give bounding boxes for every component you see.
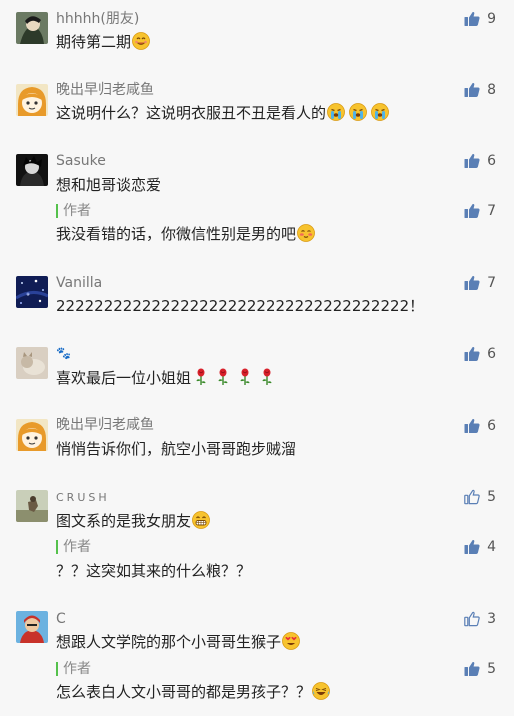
grin-emoji-icon: [192, 511, 210, 529]
nickname: C: [56, 611, 66, 627]
heart-eyes-emoji-icon: [282, 632, 300, 650]
nickname: Sasuke: [56, 153, 106, 169]
crying-emoji-icon: [349, 103, 367, 121]
thumbs-up-icon: [464, 661, 480, 677]
thumbs-up-icon: [464, 153, 480, 169]
nickname: 晚出早归老咸鱼: [56, 417, 154, 433]
avatar[interactable]: [16, 611, 48, 643]
author-reply-label: 作者: [56, 661, 91, 677]
nickname: Vanilla: [56, 275, 103, 291]
avatar[interactable]: [16, 276, 48, 308]
blush-emoji-icon: [297, 224, 315, 242]
avatar[interactable]: [16, 419, 48, 451]
thumbs-up-icon: [464, 11, 480, 27]
like-button[interactable]: 3: [464, 611, 496, 627]
rose-emoji-icon: [238, 368, 252, 386]
thumbs-up-icon: [464, 82, 480, 98]
thumbs-up-icon: [464, 203, 480, 219]
crying-emoji-icon: [371, 103, 389, 121]
comment-text: 期待第二期: [56, 32, 150, 52]
rose-emoji-icon: [216, 368, 230, 386]
like-button[interactable]: 9: [464, 11, 496, 27]
like-count: 6: [487, 418, 496, 434]
avatar[interactable]: [16, 347, 48, 379]
like-count: 7: [487, 275, 496, 291]
like-count: 4: [487, 539, 496, 555]
like-button[interactable]: 7: [464, 275, 496, 291]
author-label: 作者: [63, 203, 91, 219]
like-count: 8: [487, 82, 496, 98]
crying-emoji-icon: [327, 103, 345, 121]
comment-text: 图文系的是我女朋友: [56, 511, 210, 531]
author-reply-label: 作者: [56, 203, 91, 219]
author-reply-text: 我没看错的话，你微信性别是男的吧: [56, 224, 315, 244]
like-count: 9: [487, 11, 496, 27]
like-count: 5: [487, 489, 496, 505]
reply-like-button[interactable]: 5: [464, 661, 496, 677]
nickname: 晚出早归老咸鱼: [56, 82, 154, 98]
like-button[interactable]: 6: [464, 346, 496, 362]
avatar[interactable]: [16, 12, 48, 44]
like-count: 6: [487, 346, 496, 362]
thumbs-up-icon: [464, 489, 480, 505]
author-label: 作者: [63, 539, 91, 555]
author-reply-text: ？？这突如其来的什么粮？？: [56, 562, 252, 580]
like-count: 3: [487, 611, 496, 627]
thumbs-up-icon: [464, 539, 480, 555]
thumbs-up-icon: [464, 611, 480, 627]
like-button[interactable]: 6: [464, 418, 496, 434]
comment-text: 想和旭哥谈恋爱: [56, 176, 162, 194]
comment-text: 2222222222222222222222222222222222222！: [56, 297, 425, 315]
author-reply-label: 作者: [56, 539, 91, 555]
author-indicator: [56, 204, 58, 218]
thumbs-up-icon: [464, 275, 480, 291]
avatar[interactable]: [16, 154, 48, 186]
nickname: hhhhh(朋友): [56, 11, 140, 27]
comment-text: 这说明什么？这说明衣服丑不丑是看人的: [56, 103, 389, 123]
author-indicator: [56, 540, 58, 554]
reply-like-button[interactable]: 7: [464, 203, 496, 219]
like-count: 7: [487, 203, 496, 219]
like-count: 6: [487, 153, 496, 169]
comment-text: 喜欢最后一位小姐姐: [56, 368, 279, 388]
comment-text: 想跟人文学院的那个小哥哥生猴子: [56, 632, 300, 652]
smile-emoji-icon: [132, 32, 150, 50]
like-button[interactable]: 5: [464, 489, 496, 505]
rose-emoji-icon: [194, 368, 208, 386]
nickname: 🐾: [56, 346, 71, 360]
author-reply-text: 怎么表白人文小哥哥的都是男孩子？？: [56, 682, 330, 702]
like-count: 5: [487, 661, 496, 677]
like-button[interactable]: 6: [464, 153, 496, 169]
avatar[interactable]: [16, 84, 48, 116]
avatar[interactable]: [16, 490, 48, 522]
laughing-emoji-icon: [312, 682, 330, 700]
like-button[interactable]: 8: [464, 82, 496, 98]
author-indicator: [56, 662, 58, 676]
nickname: CRUSH: [56, 491, 110, 504]
thumbs-up-icon: [464, 418, 480, 434]
thumbs-up-icon: [464, 346, 480, 362]
rose-emoji-icon: [260, 368, 274, 386]
comment-text: 悄悄告诉你们，航空小哥哥跑步贼溜: [56, 440, 297, 458]
author-label: 作者: [63, 661, 91, 677]
reply-like-button[interactable]: 4: [464, 539, 496, 555]
